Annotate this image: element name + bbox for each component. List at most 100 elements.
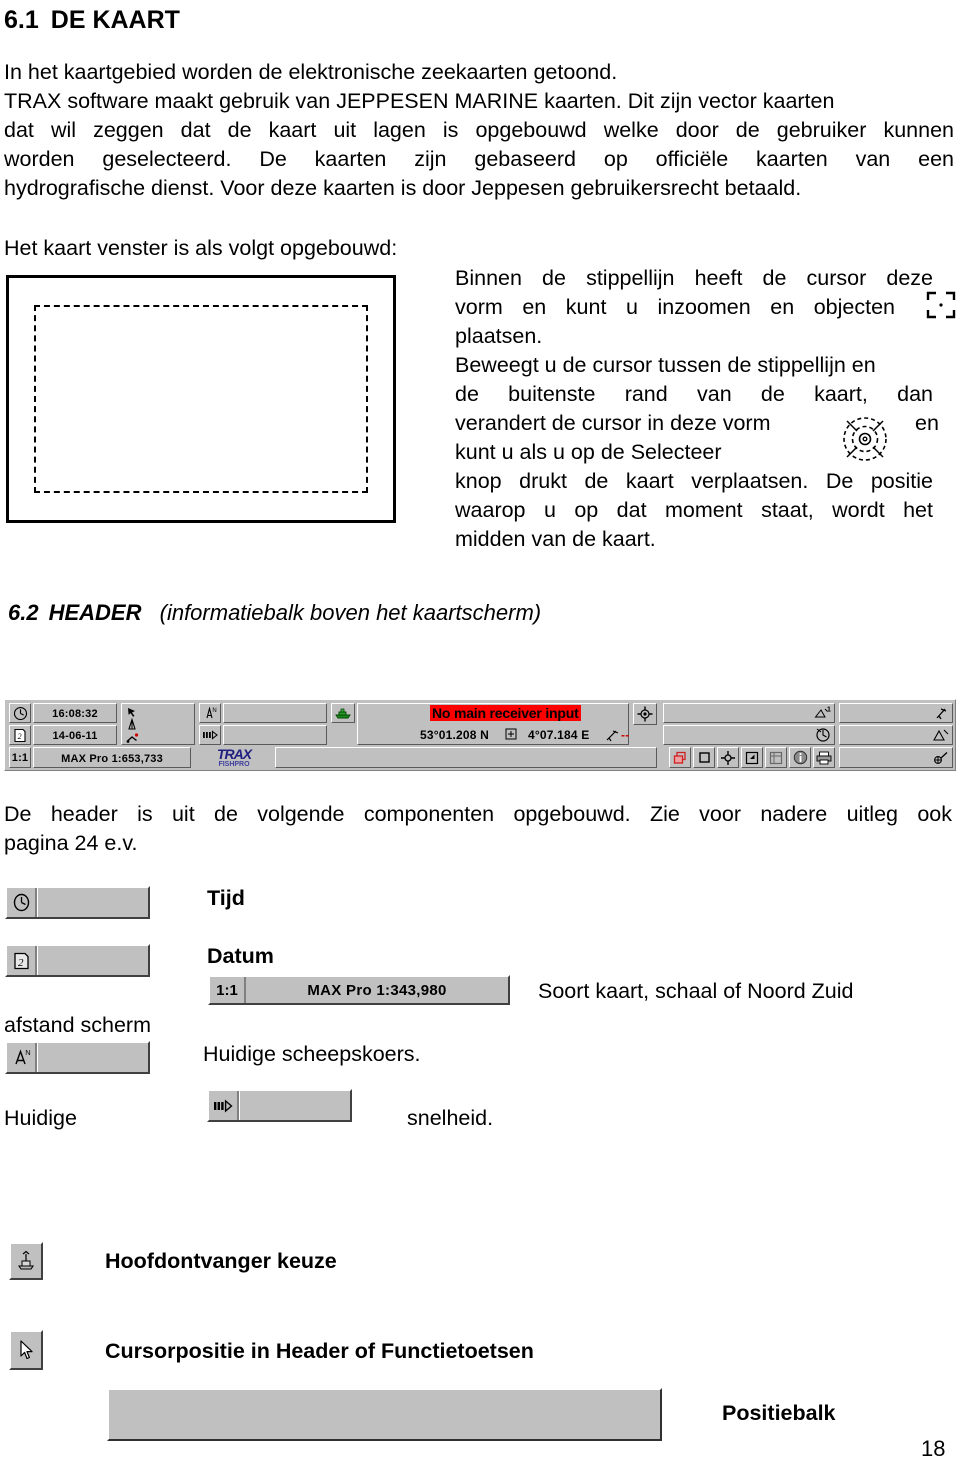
cursor-line-4: Beweegt u de cursor tussen de stippellij… [455,353,876,377]
print-button[interactable] [813,747,835,768]
tool-field-2[interactable] [839,725,953,745]
speed-icon [214,1098,233,1113]
time-cell[interactable]: 16:08:32 [33,703,117,723]
speed-icon-cell[interactable] [199,725,221,745]
calendar-icon-cell[interactable]: 2 [9,725,31,745]
compass-north-icon: N [14,1048,30,1064]
square-button[interactable] [693,747,715,768]
speed-icon [200,726,220,744]
target-crosshair-button[interactable] [633,703,657,725]
intro-line-1: In het kaartgebied worden de elektronisc… [4,60,618,84]
route-icon [814,727,832,743]
zoom-box-icon [742,748,762,767]
trax-header-toolbar[interactable]: 16:08:32 2 14-06-11 N No main receiver i… [4,699,956,771]
divider-icon [932,750,950,766]
trax-logo-top: TRAX [216,746,252,762]
figure-intro-text: Het kaart venster is als volgt opgebouwd… [4,236,398,260]
trax-logo: TRAX FISHPRO [197,747,271,768]
legend-label-cursorpositie: Cursorpositie in Header of Functietoetse… [105,1339,534,1363]
datum-field[interactable] [37,946,148,975]
nav-status-cell[interactable] [121,703,195,745]
clock-icon [13,893,29,912]
snelheid-field[interactable] [239,1091,350,1120]
layers-button[interactable] [669,747,691,768]
compass-icon-cell[interactable]: N [199,703,221,723]
clock-icon-cell[interactable] [9,703,31,723]
print-icon [814,748,834,767]
cursor-explanation: Binnen de stippellijn heeft de cursor de… [455,264,933,554]
route-field-cell[interactable] [663,725,835,745]
boat-icon-cell[interactable] [331,703,355,723]
header-desc-line-1: De header is uit de volgende componenten… [4,802,952,826]
intro-paragraph: In het kaartgebied worden de elektronisc… [4,58,954,203]
status-strip-cell[interactable] [275,747,657,768]
zoom-box-button[interactable] [741,747,763,768]
legend-icon-pointer[interactable] [9,1330,43,1370]
nav-tool-icon [604,728,620,742]
section-62-subtitle: (informatiebalk boven het kaartscherm) [159,600,542,625]
intro-line-5: hydrografische dienst. Voor deze kaarten… [4,176,802,200]
map-window-figure [6,275,396,523]
receiver-antenna-icon [17,1250,35,1270]
position-marker-icon [504,727,518,741]
svg-text:N: N [212,708,216,714]
latitude-value: 53°01.208 N [420,728,490,742]
header-description: De header is uit de volgende componenten… [4,800,952,858]
scale-chart-value: MAX Pro 1:343,980 [307,981,447,999]
boat-icon [332,704,354,722]
clock-icon-box [7,888,37,917]
center-crosshair-button[interactable] [717,747,739,768]
anchor-icon [124,718,140,731]
trax-logo-bottom: FISHPRO [218,761,250,768]
section-61-number: 6.1 [4,6,39,34]
speed-value-cell[interactable] [223,725,327,745]
legend-widget-positiebalk[interactable] [107,1388,662,1441]
section-62-title: HEADER [48,600,142,625]
waypoint-field-cell[interactable]: 1 [663,703,835,723]
legend-label-afstand-scherm: afstand scherm [4,1013,151,1037]
date-cell[interactable]: 14-06-11 [33,725,117,745]
page-number: 18 [921,1436,946,1461]
legend-widget-koers[interactable]: N [5,1041,150,1074]
chart-scale-cell[interactable]: MAX Pro 1:653,733 [33,747,191,768]
longitude-value: 4°07.184 E [528,728,590,742]
waypoint-1-icon: 1 [814,705,832,721]
alarm-text: No main receiver input [430,705,581,721]
grid-icon [766,748,786,767]
tijd-field[interactable] [37,888,148,917]
tool-field-3[interactable] [839,747,953,768]
legend-widget-snelheid[interactable] [207,1089,352,1122]
ratio-cell[interactable]: 1:1 [9,747,31,768]
legend-label-huidige: Huidige [4,1106,77,1130]
target-crosshair-icon [634,704,656,724]
dash-value: -- [621,728,630,742]
date-value: 14-06-11 [52,730,98,742]
receiver-status-cell[interactable]: No main receiver input 53°01.208 N 4°07.… [357,703,629,745]
tool-field-1[interactable] [839,703,953,723]
cursor-line-1: Binnen de stippellijn heeft de cursor de… [455,266,933,290]
page-title: 6.1 DE KAART [4,6,180,35]
cursor-arrow-icon [124,705,140,718]
header-desc-line-2: pagina 24 e.v. [4,831,138,855]
calendar-icon-box: 2 [7,946,37,975]
compass-north-icon: N [200,704,220,722]
legend-widget-datum[interactable]: 2 [5,944,150,977]
section-62-number: 6.2 [8,600,39,625]
svg-text:1: 1 [827,706,831,713]
grid-button[interactable] [765,747,787,768]
intro-line-4: worden geselecteerd. De kaarten zijn geb… [4,147,954,171]
svg-text:2: 2 [18,957,24,969]
legend-label-scheepskoers: Huidige scheepskoers. [203,1042,421,1066]
clock-icon [10,704,30,722]
koers-field[interactable] [37,1043,148,1072]
cursor-line-3: plaatsen. [455,324,543,348]
legend-widget-scale[interactable]: 1:1 MAX Pro 1:343,980 [208,975,510,1005]
info-button[interactable] [789,747,811,768]
cursor-line-2: vorm en kunt u inzoomen en objecten [455,295,895,319]
heading-value-cell[interactable] [223,703,327,723]
cursor-line-8: knop drukt de kaart verplaatsen. De posi… [455,469,933,493]
legend-widget-tijd[interactable] [5,886,150,919]
legend-icon-receiver[interactable] [9,1242,43,1280]
calendar-icon: 2 [10,726,30,744]
svg-text:N: N [25,1048,30,1057]
